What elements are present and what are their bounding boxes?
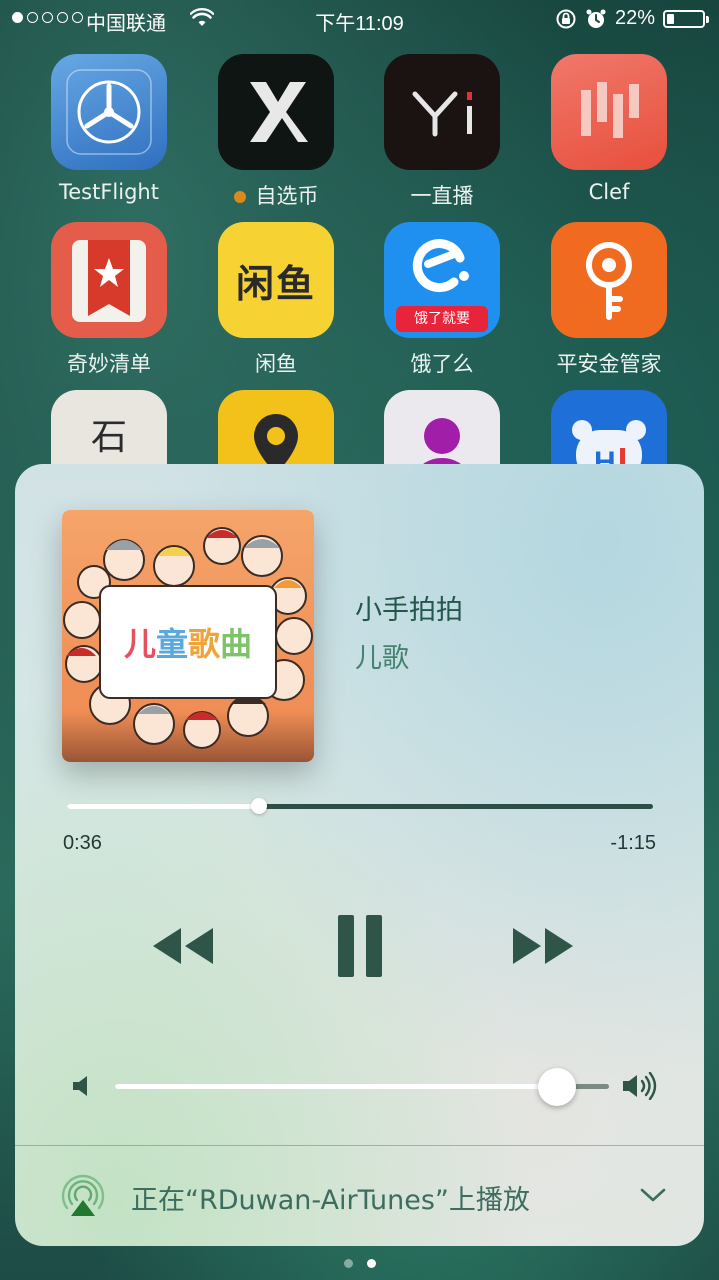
yi-logo-icon [384,54,500,170]
orientation-lock-icon [556,9,576,28]
fast-forward-icon [513,928,573,964]
rewind-button[interactable] [135,916,231,976]
wunderlist-icon [51,222,167,338]
page-dot [343,1259,353,1268]
app-label: 闲鱼 [255,352,297,376]
airplay-status-text: 正在“RDuwan-AirTunes”上播放 [131,1185,530,1216]
app-wunderlist[interactable]: 奇妙清单 [25,222,193,378]
xianyu-logo-text: 闲鱼 [235,261,316,306]
app-label: 自选币 [255,184,319,208]
time-remaining: -1:15 [610,832,656,854]
eleme-banner: 饿了就要 [396,306,488,332]
volume-high-icon [623,1072,657,1100]
airplay-route-button[interactable]: 正在“RDuwan-AirTunes”上播放 [15,1146,704,1246]
now-playing-card: 儿童歌曲 小手拍拍 儿歌 0:36 -1:15 正在“RDuwan-AirTun… [15,464,704,1246]
app-label: 饿了么 [410,352,474,376]
app-label: TestFlight [59,180,159,204]
page-dot-active [366,1259,376,1268]
album-art: 儿童歌曲 [62,510,314,762]
chevron-down-icon[interactable] [639,1186,667,1204]
airplay-icon [61,1174,105,1216]
testflight-icon [51,54,167,170]
fast-forward-button[interactable] [495,916,591,976]
app-label: Clef [588,180,630,204]
playback-scrubber[interactable] [67,798,653,814]
alarm-icon [586,9,606,28]
song-title: 小手拍拍 [355,595,463,626]
app-yizhibo[interactable]: 一直播 [358,54,526,210]
pause-icon [338,915,382,977]
rewind-icon [153,928,213,964]
app-xianyu[interactable]: 闲鱼 闲鱼 [192,222,360,378]
album-art-title: 儿童歌曲 [124,625,252,663]
app-testflight[interactable]: TestFlight [25,54,193,204]
playback-scrubber-thumb[interactable] [251,798,268,814]
eleme-icon: 饿了就要 [384,222,500,338]
app-label: 平安金管家 [556,352,662,376]
song-artist: 儿歌 [355,643,409,674]
notification-dot [233,191,246,203]
page-indicator[interactable] [0,1259,719,1268]
battery-percent: 22% [614,7,655,29]
playback-progress-fill [67,804,260,809]
pause-button[interactable] [315,910,405,982]
status-bar: 中国联通 下午11:09 22% [0,0,719,40]
time-elapsed: 0:36 [63,832,102,854]
battery-icon [663,9,709,28]
clef-icon [551,54,667,170]
pingan-key-icon [551,222,667,338]
app-pingan[interactable]: 平安金管家 [525,222,693,378]
app-eleme[interactable]: 饿了就要 饿了么 [358,222,526,378]
volume-low-icon [73,1076,87,1096]
xianyu-icon: 闲鱼 [218,222,334,338]
app-label: 奇妙清单 [67,352,151,376]
stone-icon-text: 石 [90,417,127,458]
app-zixuanbi[interactable]: 自选币 [192,54,360,210]
volume-slider[interactable] [115,1068,609,1106]
app-label: 一直播 [410,184,474,208]
app-clef[interactable]: Clef [525,54,693,204]
volume-slider-thumb[interactable] [538,1068,577,1106]
x-logo-icon [218,54,334,170]
volume-fill [115,1084,558,1089]
